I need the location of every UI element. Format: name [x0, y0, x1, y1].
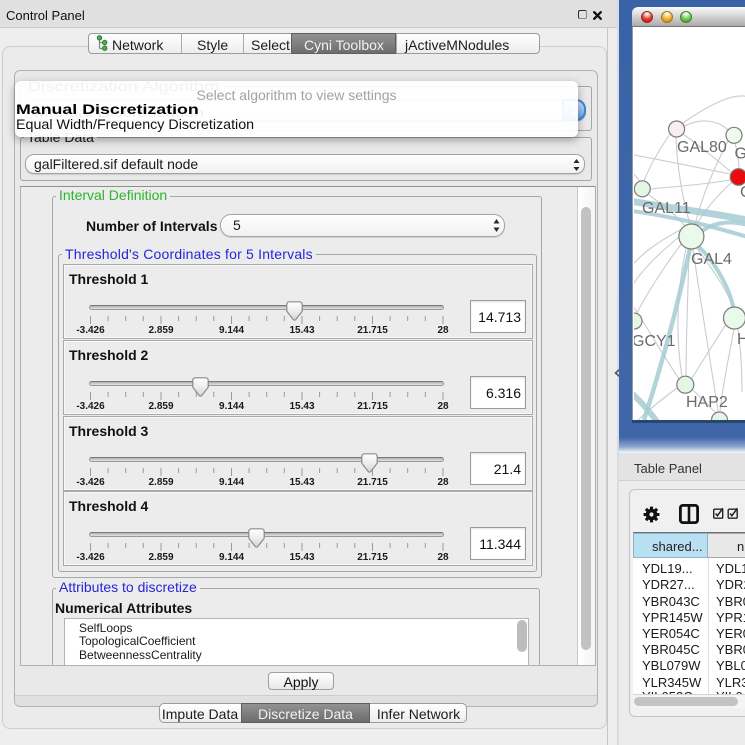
svg-text:H: H — [737, 331, 745, 348]
svg-text:GAL4: GAL4 — [691, 251, 732, 268]
svg-text:C: C — [740, 184, 745, 201]
svg-text:HAP2: HAP2 — [686, 394, 728, 411]
svg-text:GCY1: GCY1 — [634, 333, 676, 350]
svg-text:G.: G. — [735, 146, 745, 163]
svg-text:GAL80: GAL80 — [677, 139, 727, 156]
svg-text:GAL11: GAL11 — [642, 200, 691, 217]
